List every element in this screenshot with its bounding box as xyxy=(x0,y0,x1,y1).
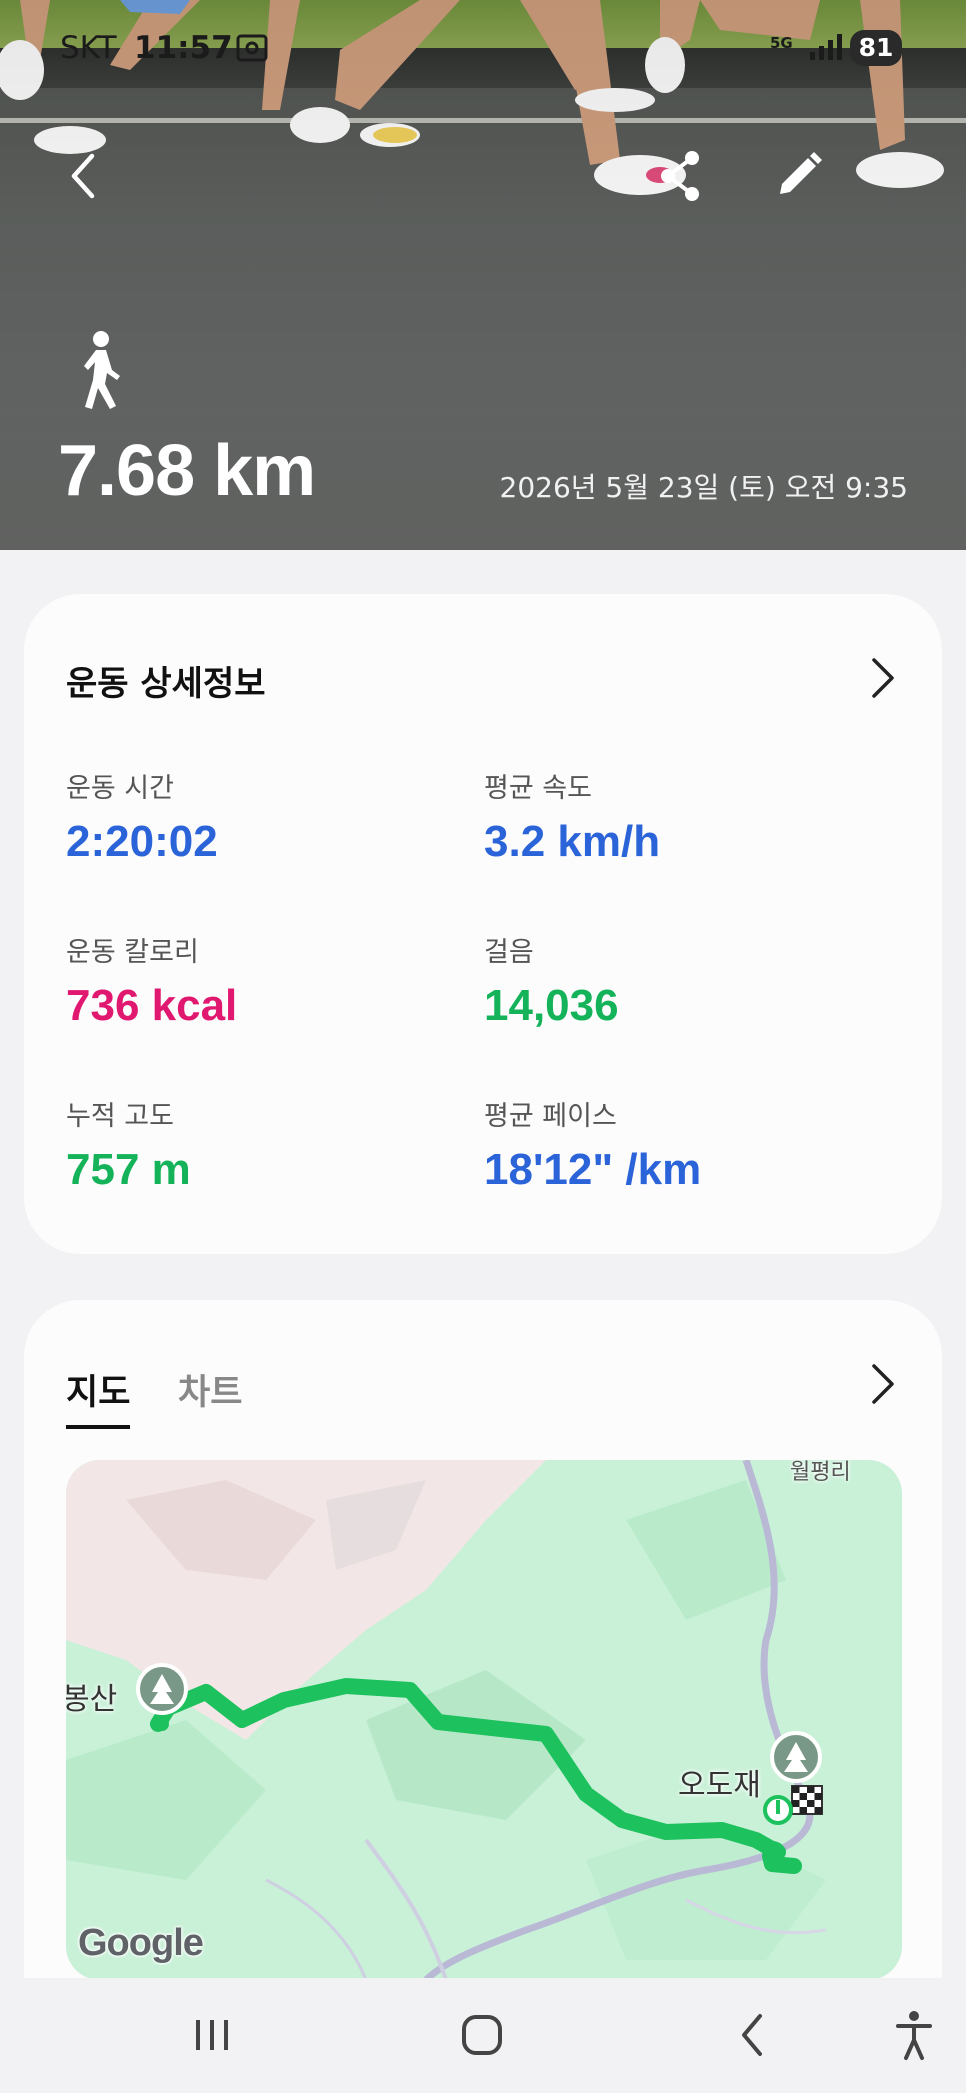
workout-details-card[interactable]: 운동 상세정보 운동 시간 2:20:02 평균 속도 3.2 km/h 운동 … xyxy=(24,594,942,1254)
nav-back-icon xyxy=(742,2014,762,2056)
map-more-button[interactable] xyxy=(862,1360,902,1408)
carrier-label: SKT xyxy=(60,30,117,66)
stat-value: 3.2 km/h xyxy=(484,817,661,866)
trail-start-marker xyxy=(136,1663,188,1715)
stat-label: 평균 속도 xyxy=(484,773,592,804)
stat-label: 누적 고도 xyxy=(66,1101,174,1132)
tab-map[interactable]: 지도 xyxy=(66,1364,131,1429)
tab-chart[interactable]: 차트 xyxy=(178,1364,242,1415)
map-label-village: 월평리 xyxy=(790,1460,851,1485)
clock: 11:57 xyxy=(134,30,233,66)
stat-value: 14,036 xyxy=(484,981,619,1030)
home-icon xyxy=(462,2015,502,2055)
activity-header: SKT 11:57 5G 81 7.68 km 2026년 5월 23일 (토)… xyxy=(0,0,966,550)
back-arrow-icon xyxy=(71,153,95,199)
stat-label: 평균 페이스 xyxy=(484,1101,617,1132)
accessibility-icon xyxy=(896,2011,932,2060)
recent-apps-button[interactable] xyxy=(182,2008,242,2062)
stat-value: 2:20:02 xyxy=(66,817,218,866)
edit-button[interactable] xyxy=(766,144,830,208)
signal-icon xyxy=(810,34,842,60)
stat-steps: 걸음 14,036 xyxy=(484,930,619,1031)
share-button[interactable] xyxy=(650,144,714,208)
start-marker xyxy=(763,1795,793,1825)
recent-apps-icon xyxy=(196,2020,228,2050)
details-title: 운동 상세정보 xyxy=(66,664,266,704)
map-chart-card: 지도 차트 월평리 봉산 오도재 Google xyxy=(24,1300,942,2093)
stat-calories: 운동 칼로리 736 kcal xyxy=(66,930,237,1031)
stat-label: 걸음 xyxy=(484,937,534,968)
stat-value: 18'12" /km xyxy=(484,1145,702,1194)
battery-level: 81 xyxy=(850,30,902,66)
share-icon xyxy=(661,151,699,201)
stat-value: 757 m xyxy=(66,1145,191,1194)
distance-value: 7.68 km xyxy=(58,431,316,511)
screenshot-icon xyxy=(236,34,268,62)
back-button[interactable] xyxy=(52,144,116,208)
network-type: 5G xyxy=(770,34,793,52)
chevron-right-icon xyxy=(872,658,894,698)
google-logo: Google xyxy=(78,1922,204,1964)
finish-flag-icon xyxy=(791,1785,823,1815)
stat-label: 운동 시간 xyxy=(66,773,174,804)
accessibility-button[interactable] xyxy=(884,2008,944,2062)
stat-value: 736 kcal xyxy=(66,981,238,1030)
route-map[interactable]: 월평리 봉산 오도재 Google xyxy=(66,1460,902,1980)
stat-duration: 운동 시간 2:20:02 xyxy=(66,766,218,867)
details-more-button[interactable] xyxy=(862,654,902,702)
map-terrain xyxy=(66,1460,902,1980)
stat-avg-speed: 평균 속도 3.2 km/h xyxy=(484,766,660,867)
map-label-pass: 오도재 xyxy=(678,1768,761,1803)
status-bar: SKT 11:57 5G 81 xyxy=(60,28,910,72)
chevron-right-icon xyxy=(872,1364,894,1404)
trail-end-marker xyxy=(770,1731,822,1783)
pencil-icon xyxy=(780,152,822,194)
stat-avg-pace: 평균 페이스 18'12" /km xyxy=(484,1094,701,1195)
map-label-peak: 봉산 xyxy=(66,1682,118,1717)
activity-datetime: 2026년 5월 23일 (토) 오전 9:35 xyxy=(499,471,909,504)
nav-back-button[interactable] xyxy=(724,2008,784,2062)
system-nav-bar xyxy=(0,1978,966,2093)
stat-label: 운동 칼로리 xyxy=(66,937,199,968)
stat-elevation: 누적 고도 757 m xyxy=(66,1094,191,1195)
walking-person-icon xyxy=(84,331,120,409)
home-button[interactable] xyxy=(452,2008,512,2062)
